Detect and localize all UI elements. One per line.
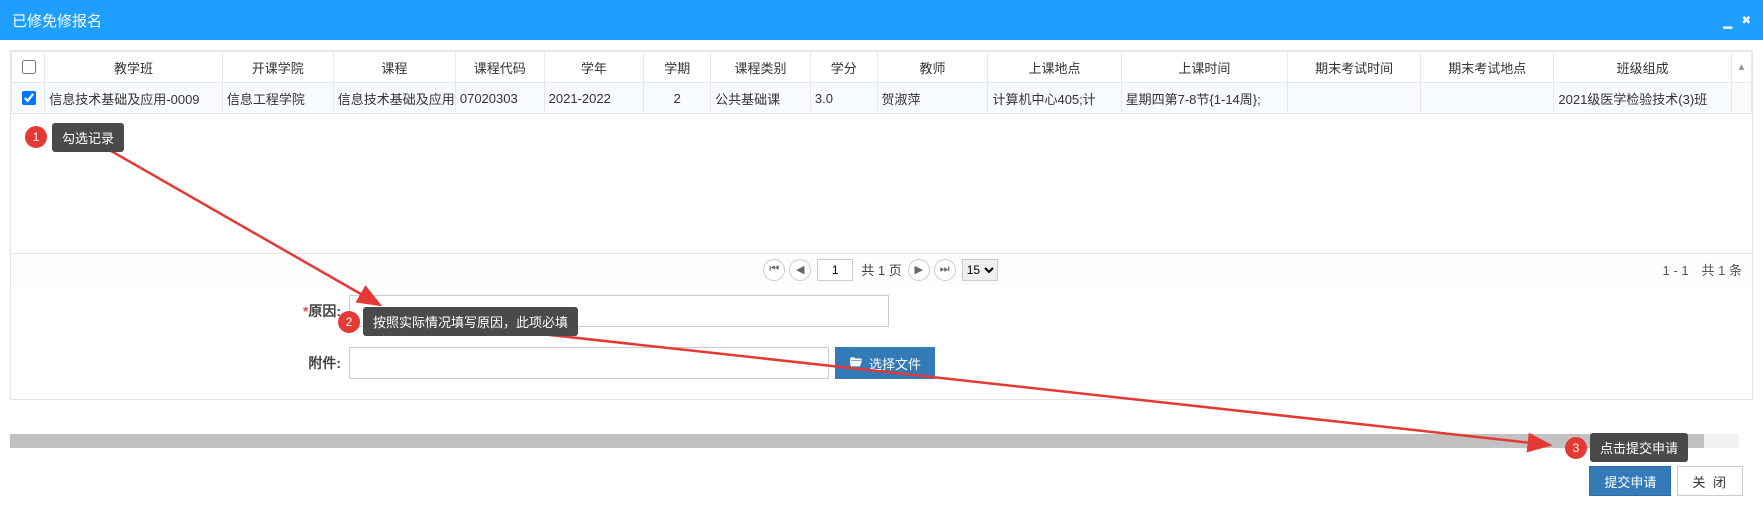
annotation-badge-1: 1: [25, 126, 47, 148]
col-group[interactable]: 班级组成: [1554, 52, 1732, 83]
col-category[interactable]: 课程类别: [711, 52, 811, 83]
cell-exam-place: [1421, 83, 1554, 114]
cell-term: 2: [644, 83, 711, 114]
total-pages-text: 共 1 页: [861, 260, 901, 279]
select-all-checkbox[interactable]: [22, 60, 36, 74]
annotation-badge-3: 3: [1565, 437, 1587, 459]
attachment-row: 附件: 选择文件: [281, 347, 1482, 379]
col-exam-place[interactable]: 期末考试地点: [1421, 52, 1554, 83]
annotation-callout-3: 点击提交申请: [1590, 433, 1688, 462]
prev-page-button[interactable]: ◀: [789, 259, 811, 281]
close-icon[interactable]: ✖: [1742, 11, 1751, 29]
cell-time: 星期四第7-8节{1-14周};: [1121, 83, 1287, 114]
row-checkbox[interactable]: [22, 91, 36, 105]
close-button[interactable]: 关 闭: [1677, 466, 1743, 496]
cell-code: 07020303: [455, 83, 544, 114]
dialog-title: 已修免修报名: [12, 10, 102, 31]
cell-credit: 3.0: [810, 83, 877, 114]
cell-category: 公共基础课: [711, 83, 811, 114]
cell-year: 2021-2022: [544, 83, 644, 114]
col-credit[interactable]: 学分: [810, 52, 877, 83]
col-year[interactable]: 学年: [544, 52, 644, 83]
cell-course: 信息技术基础及应用: [333, 83, 455, 114]
folder-open-icon: [849, 355, 863, 372]
cell-teacher: 贺淑萍: [877, 83, 988, 114]
submit-button[interactable]: 提交申请: [1589, 466, 1671, 496]
next-page-button[interactable]: ▶: [908, 259, 930, 281]
cell-place: 计算机中心405;计: [988, 83, 1121, 114]
annotation-badge-2: 2: [338, 311, 360, 333]
attachment-label: 附件:: [281, 353, 341, 373]
col-term[interactable]: 学期: [644, 52, 711, 83]
row-checkbox-cell: [12, 83, 45, 114]
scroll-up-icon[interactable]: ▲: [1731, 52, 1751, 83]
col-dept[interactable]: 开课学院: [222, 52, 333, 83]
page-size-select[interactable]: 15: [962, 259, 998, 281]
cell-group: 2021级医学检验技术(3)班: [1554, 83, 1732, 114]
dialog-header: 已修免修报名 ▁ ✖: [0, 0, 1763, 40]
first-page-button[interactable]: ⏮: [763, 259, 785, 281]
table-row[interactable]: 信息技术基础及应用-0009 信息工程学院 信息技术基础及应用 07020303…: [12, 83, 1752, 114]
choose-file-button[interactable]: 选择文件: [835, 347, 935, 379]
dialog-window: 已修免修报名 ▁ ✖: [0, 0, 1763, 508]
cell-exam-time: [1288, 83, 1421, 114]
annotation-callout-2: 按照实际情况填写原因，此项必填: [363, 307, 578, 336]
cell-class: 信息技术基础及应用-0009: [45, 83, 223, 114]
pagination-info: 1 - 1 共 1 条: [1663, 260, 1742, 279]
cell-dept: 信息工程学院: [222, 83, 333, 114]
scroll-gutter: [1731, 83, 1751, 114]
col-teacher[interactable]: 教师: [877, 52, 988, 83]
minimize-icon[interactable]: ▁: [1723, 11, 1732, 29]
col-class[interactable]: 教学班: [45, 52, 223, 83]
window-controls: ▁ ✖: [1723, 11, 1751, 29]
attachment-path-input[interactable]: [349, 347, 829, 379]
col-code[interactable]: 课程代码: [455, 52, 544, 83]
horizontal-scrollbar[interactable]: [10, 434, 1739, 448]
col-exam-time[interactable]: 期末考试时间: [1288, 52, 1421, 83]
annotation-callout-1: 勾选记录: [52, 123, 124, 152]
pagination-bar: ⏮ ◀ 共 1 页 ▶ ⏭ 15 1 - 1 共 1 条: [11, 253, 1752, 285]
col-course[interactable]: 课程: [333, 52, 455, 83]
reason-label: *原因:: [281, 301, 341, 321]
col-time[interactable]: 上课时间: [1121, 52, 1287, 83]
results-table: 教学班 开课学院 课程 课程代码 学年 学期 课程类别 学分 教师 上课地点 上…: [11, 51, 1752, 114]
page-number-input[interactable]: [817, 259, 853, 281]
content-area: 教学班 开课学院 课程 课程代码 学年 学期 课程类别 学分 教师 上课地点 上…: [10, 50, 1753, 400]
scroll-thumb[interactable]: [10, 434, 1704, 448]
table-wrap: 教学班 开课学院 课程 课程代码 学年 学期 课程类别 学分 教师 上课地点 上…: [11, 51, 1752, 253]
dialog-footer: 提交申请 关 闭: [1589, 466, 1743, 496]
col-place[interactable]: 上课地点: [988, 52, 1121, 83]
last-page-button[interactable]: ⏭: [934, 259, 956, 281]
header-checkbox-cell: [12, 52, 45, 83]
